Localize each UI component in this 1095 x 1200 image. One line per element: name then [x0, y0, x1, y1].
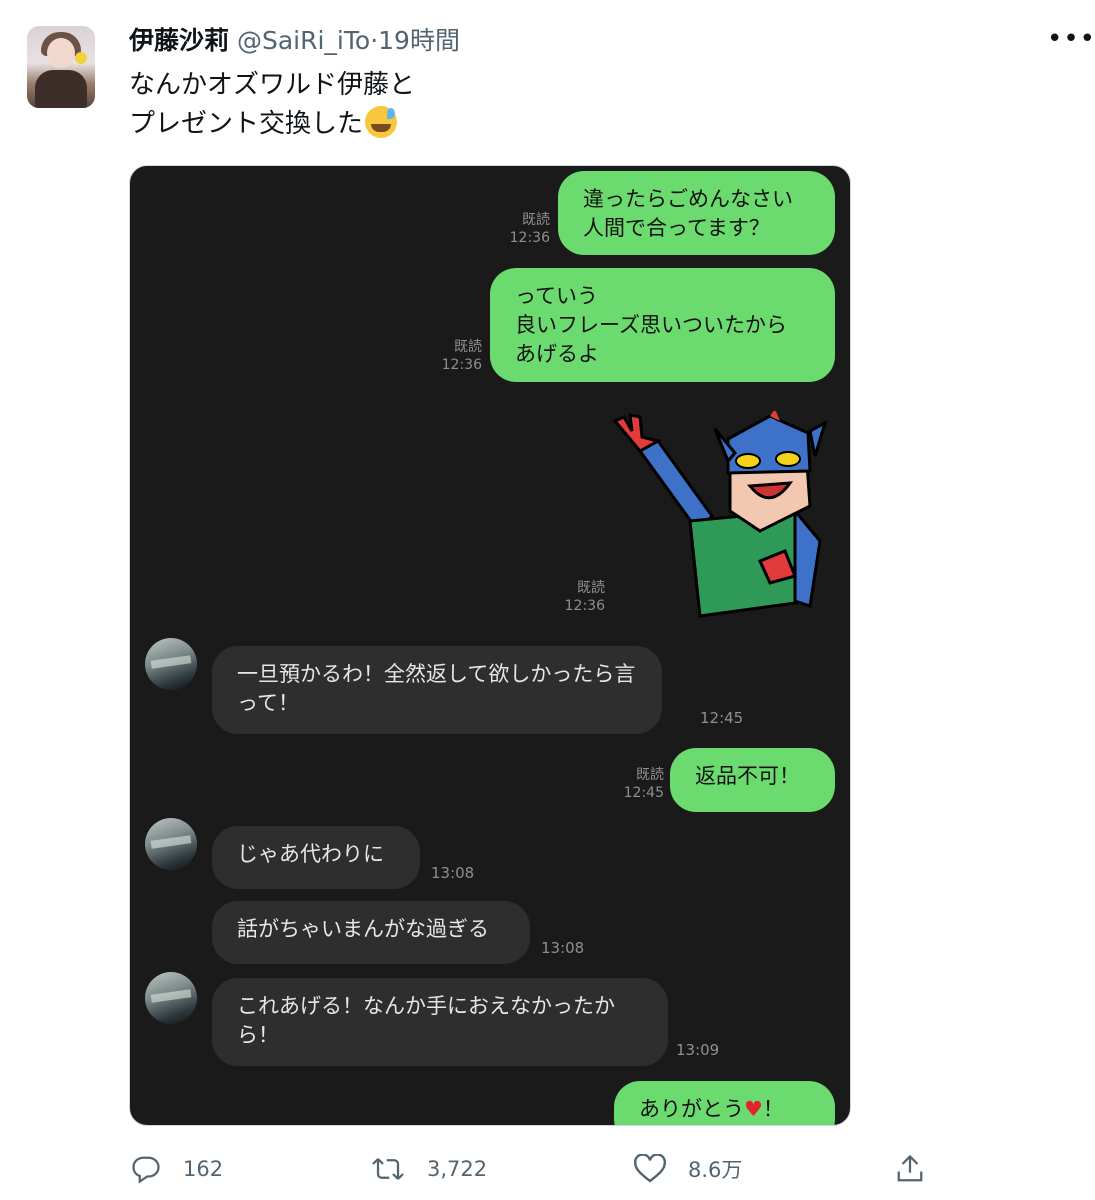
share-button[interactable]	[896, 1154, 946, 1184]
tweet-actions: 162 3,722 8.6万	[0, 1150, 1095, 1190]
author-avatar[interactable]	[27, 26, 95, 108]
tweet-image[interactable]: 既読 12:36 違ったらごめんなさい 人間で合ってます？ 既読 12:36 っていう…	[129, 165, 851, 1126]
heart-icon	[634, 1154, 666, 1183]
author-handle[interactable]: @SaiRi_iTo	[237, 26, 370, 55]
grinning-sweat-emoji-icon	[365, 106, 398, 138]
reply-button[interactable]: 162	[131, 1154, 223, 1184]
tweet-text-line-1: なんかオズワルド伊藤と	[129, 70, 416, 100]
message-bubble-outgoing: 違ったらごめんなさい 人間で合ってます？	[558, 171, 835, 255]
more-options-icon[interactable]: •••	[1047, 24, 1095, 54]
retweet-button[interactable]: 3,722	[371, 1154, 487, 1184]
tweet-header: 伊藤沙莉 @SaiRi_iTo·19時間	[129, 24, 460, 58]
message-time: 13:08	[431, 864, 475, 882]
tweet-time[interactable]: 19時間	[378, 26, 460, 55]
message-time: 13:09	[676, 1041, 720, 1059]
message-bubble-outgoing: 返品不可！	[670, 748, 835, 812]
reply-count: 162	[183, 1157, 224, 1181]
message-time: 12:45	[700, 709, 744, 727]
message-bubble-incoming: 話がちゃいまんがな過ぎる	[212, 901, 530, 964]
read-receipt: 既読 12:36	[509, 212, 550, 246]
separator-dot: ·	[370, 26, 379, 55]
share-icon	[897, 1154, 923, 1182]
read-receipt: 既読 12:36	[564, 580, 605, 614]
read-receipt: 既読 12:45	[623, 767, 664, 801]
sender-avatar[interactable]	[145, 818, 197, 870]
tweet-text: なんかオズワルド伊藤と プレゼント交換した	[129, 66, 415, 144]
message-bubble-outgoing: ありがとう♥！	[614, 1081, 835, 1125]
message-time: 13:08	[541, 939, 585, 957]
retweet-icon	[372, 1158, 404, 1180]
reply-icon	[132, 1156, 160, 1184]
like-button[interactable]: 8.6万	[634, 1154, 742, 1184]
message-bubble-outgoing: っていう 良いフレーズ思いついたから あげるよ	[490, 268, 835, 382]
sender-avatar[interactable]	[145, 638, 197, 690]
message-bubble-incoming: これあげる！なんか手におえなかったか ら！	[212, 978, 668, 1066]
retweet-count: 3,722	[427, 1157, 488, 1181]
read-receipt: 既読 12:36	[441, 339, 482, 373]
hero-sticker	[612, 411, 828, 618]
message-bubble-incoming: 一旦預かるわ！全然返して欲しかったら言 って！	[212, 646, 662, 734]
sender-avatar[interactable]	[145, 972, 197, 1024]
message-bubble-incoming: じゃあ代わりに	[212, 826, 420, 889]
like-count: 8.6万	[688, 1158, 743, 1182]
author-name[interactable]: 伊藤沙莉	[129, 26, 229, 55]
red-heart-icon: ♥	[744, 1097, 763, 1121]
tweet-text-line-2: プレゼント交換した	[129, 109, 364, 139]
